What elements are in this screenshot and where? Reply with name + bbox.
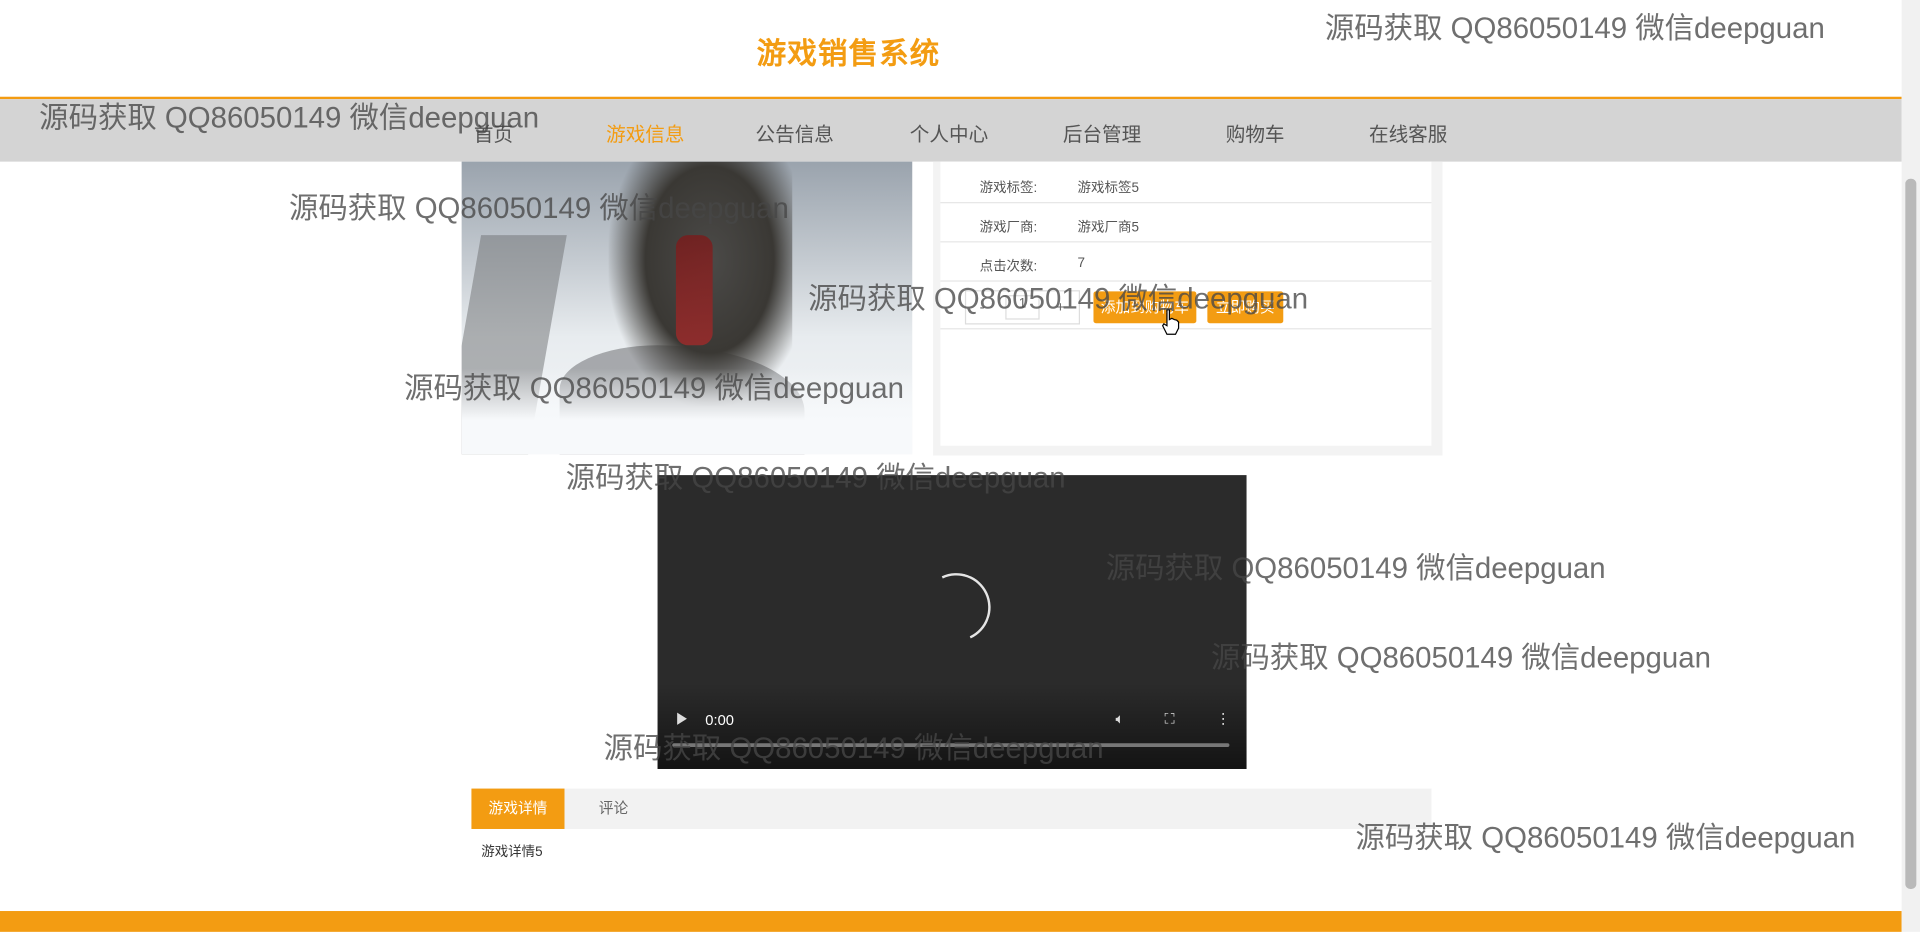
nav-item-home[interactable]: 首页 bbox=[474, 118, 513, 147]
info-label: 点击次数: bbox=[979, 259, 1038, 275]
tab-game-details[interactable]: 游戏详情 bbox=[471, 788, 565, 829]
game-cover-image bbox=[461, 161, 913, 455]
page-scrollbar[interactable] bbox=[1901, 0, 1920, 932]
tab-comments[interactable]: 评论 bbox=[582, 789, 646, 829]
info-label: 游戏厂商: bbox=[979, 220, 1038, 236]
info-row-tag: 游戏标签: 游戏标签5 bbox=[940, 164, 1432, 204]
quantity-plus-button[interactable]: + bbox=[1044, 291, 1076, 323]
watermark: 源码获取 QQ86050149 微信deepguan bbox=[1211, 641, 1711, 675]
nav-item-admin[interactable]: 后台管理 bbox=[1063, 118, 1141, 147]
video-progress-bar[interactable] bbox=[672, 743, 1230, 747]
info-row-actions: - 1 + 添加到购物车 立即购买 bbox=[940, 282, 1432, 330]
quantity-stepper: - 1 + bbox=[964, 290, 1081, 325]
video-time: 0:00 bbox=[705, 711, 734, 729]
product-info-table: 游戏标签: 游戏标签5 游戏厂商: 游戏厂商5 点击次数: 7 - 1 + 添加… bbox=[940, 161, 1432, 446]
hand-cursor-icon bbox=[1161, 309, 1180, 335]
page: 游戏销售系统 首页 游戏信息 公告信息 个人中心 后台管理 购物车 在线客服 游… bbox=[0, 0, 1920, 932]
video-controls bbox=[657, 683, 1247, 769]
info-row-vendor: 游戏厂商: 游戏厂商5 bbox=[940, 203, 1432, 243]
quantity-input[interactable]: 1 bbox=[1005, 295, 1040, 320]
info-value: 游戏厂商5 bbox=[1077, 220, 1139, 236]
nav-item-personal-center[interactable]: 个人中心 bbox=[910, 118, 988, 147]
info-value: 7 bbox=[1077, 255, 1086, 271]
video-player[interactable]: 0:00 🔈︎ ⛶ ⋮ bbox=[657, 475, 1247, 769]
add-to-cart-button[interactable]: 添加到购物车 bbox=[1093, 291, 1197, 324]
image-snow bbox=[461, 368, 913, 455]
nav-item-announcements[interactable]: 公告信息 bbox=[756, 118, 834, 147]
nav-item-game-info[interactable]: 游戏信息 bbox=[606, 118, 684, 147]
scrollbar-thumb[interactable] bbox=[1905, 178, 1917, 889]
info-row-clicks: 点击次数: 7 bbox=[940, 242, 1432, 282]
quantity-minus-button[interactable]: - bbox=[966, 291, 998, 323]
nav-item-customer-service[interactable]: 在线客服 bbox=[1369, 118, 1447, 147]
site-title: 游戏销售系统 bbox=[756, 37, 941, 72]
info-value: 游戏标签5 bbox=[1077, 181, 1139, 196]
main-nav: 首页 游戏信息 公告信息 个人中心 后台管理 购物车 在线客服 bbox=[0, 99, 1902, 162]
play-icon[interactable] bbox=[677, 712, 687, 725]
buy-now-button[interactable]: 立即购买 bbox=[1207, 291, 1284, 324]
image-character-sash bbox=[675, 235, 713, 346]
nav-item-cart[interactable]: 购物车 bbox=[1226, 118, 1285, 147]
volume-icon[interactable]: 🔈︎ bbox=[1116, 710, 1125, 728]
detail-tabs: 游戏详情 评论 bbox=[471, 788, 1432, 829]
footer-bar bbox=[0, 911, 1902, 932]
loading-spinner-icon bbox=[912, 563, 1001, 652]
fullscreen-icon[interactable]: ⛶ bbox=[1164, 710, 1174, 728]
info-label: 游戏标签: bbox=[979, 181, 1038, 196]
game-details-text: 游戏详情5 bbox=[481, 844, 543, 860]
more-options-icon[interactable]: ⋮ bbox=[1216, 710, 1231, 727]
product-info-panel: 游戏标签: 游戏标签5 游戏厂商: 游戏厂商5 点击次数: 7 - 1 + 添加… bbox=[933, 161, 1443, 456]
site-header: 游戏销售系统 bbox=[0, 0, 1902, 98]
